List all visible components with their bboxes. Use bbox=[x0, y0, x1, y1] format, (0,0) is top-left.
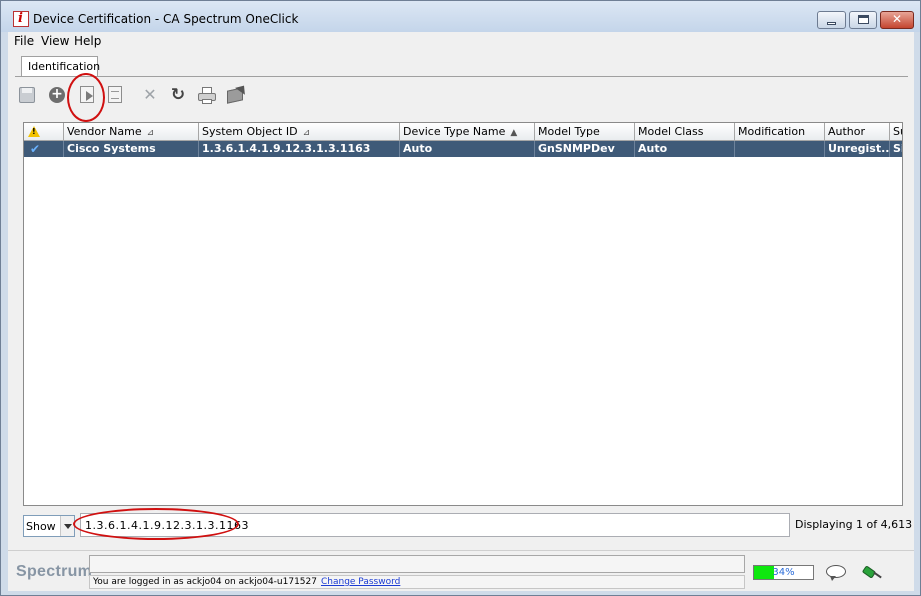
minimize-icon bbox=[827, 22, 836, 25]
modification-cell bbox=[735, 141, 825, 157]
column-label: Modification bbox=[738, 125, 806, 138]
column-label: Author bbox=[828, 125, 866, 138]
minimize-button[interactable] bbox=[817, 11, 846, 29]
column-label: Su bbox=[893, 125, 902, 138]
column-header-su[interactable]: Su bbox=[890, 123, 902, 141]
certification-table[interactable]: Vendor Name ⊿ System Object ID ⊿ Device Ty… bbox=[23, 122, 903, 506]
copy-document-icon bbox=[108, 86, 122, 103]
sort-ascending-icon: ▲ bbox=[510, 128, 518, 138]
column-label: Model Class bbox=[638, 125, 704, 138]
edit-arrow-icon bbox=[86, 91, 93, 101]
filter-input[interactable] bbox=[80, 513, 790, 537]
device-type-cell: Auto bbox=[400, 141, 535, 157]
tab-identification[interactable]: Identification bbox=[21, 56, 100, 77]
delete-icon: ✕ bbox=[143, 85, 157, 104]
progress-label: 34% bbox=[772, 567, 795, 578]
maximize-icon bbox=[858, 15, 869, 24]
menu-bar: File View Help bbox=[8, 32, 914, 52]
export-button[interactable] bbox=[224, 82, 249, 106]
column-header-device-type[interactable]: Device Type Name ▲ bbox=[400, 123, 535, 141]
add-button[interactable]: + bbox=[46, 84, 68, 106]
delete-button[interactable]: ✕ bbox=[139, 84, 161, 106]
column-header-modification[interactable]: Modification bbox=[735, 123, 825, 141]
document-lines bbox=[111, 91, 119, 99]
close-icon: ✕ bbox=[892, 12, 903, 26]
oid-cell: 1.3.6.1.4.1.9.12.3.1.3.1163 bbox=[199, 141, 400, 157]
status-bar: Spectrum You are logged in as ackjo04 on… bbox=[8, 550, 914, 591]
close-button[interactable]: ✕ bbox=[880, 11, 914, 29]
print-output bbox=[202, 99, 212, 104]
warning-icon bbox=[28, 126, 40, 137]
client-area: File View Help Identification + ✕ ↻ ! Ve… bbox=[8, 32, 914, 591]
memory-progress-bar: 34% bbox=[753, 565, 814, 580]
refresh-button[interactable]: ↻ bbox=[167, 84, 189, 106]
chat-icon[interactable] bbox=[826, 565, 846, 581]
status-message-box bbox=[89, 555, 745, 573]
edit-button[interactable] bbox=[75, 84, 97, 106]
window-title: Device Certification - CA Spectrum OneCl… bbox=[33, 12, 299, 26]
column-header-status[interactable] bbox=[24, 123, 64, 141]
vendor-cell: Cisco Systems bbox=[64, 141, 199, 157]
save-button[interactable] bbox=[16, 84, 38, 106]
app-icon bbox=[13, 11, 29, 27]
column-header-model-class[interactable]: Model Class bbox=[635, 123, 735, 141]
menu-view[interactable]: View bbox=[41, 34, 69, 48]
menu-file[interactable]: File bbox=[14, 34, 34, 48]
add-circle-icon: + bbox=[49, 87, 65, 103]
save-icon-label-area bbox=[22, 88, 32, 93]
plug-cord bbox=[873, 571, 882, 579]
status-cell: ✔ bbox=[24, 141, 64, 157]
su-cell: Si bbox=[893, 142, 902, 155]
table-header: Vendor Name ⊿ System Object ID ⊿ Device Ty… bbox=[24, 123, 902, 141]
app-window: Device Certification - CA Spectrum OneCl… bbox=[0, 0, 921, 596]
connection-plug-icon[interactable] bbox=[860, 563, 882, 581]
copy-button[interactable] bbox=[103, 84, 125, 106]
table-row[interactable]: ✔ Cisco Systems 1.3.6.1.4.1.9.12.3.1.3.1… bbox=[24, 141, 902, 157]
author-cell: Unregist... bbox=[825, 141, 890, 157]
title-bar[interactable]: Device Certification - CA Spectrum OneCl… bbox=[1, 1, 920, 32]
column-header-author[interactable]: Author bbox=[825, 123, 890, 141]
check-icon: ✔ bbox=[30, 142, 41, 156]
print-button[interactable] bbox=[196, 84, 218, 106]
chevron-down-icon[interactable] bbox=[60, 516, 74, 536]
change-password-link[interactable]: Change Password bbox=[321, 577, 400, 587]
sort-icon: ⊿ bbox=[302, 128, 311, 138]
column-label: Model Type bbox=[538, 125, 600, 138]
refresh-icon: ↻ bbox=[170, 85, 186, 105]
result-count: Displaying 1 of 4,613 bbox=[795, 518, 913, 531]
show-label: Show bbox=[26, 520, 56, 533]
login-text: You are logged in as ackjo04 on ackjo04-… bbox=[93, 577, 317, 587]
column-header-vendor[interactable]: Vendor Name ⊿ bbox=[64, 123, 199, 141]
column-header-oid[interactable]: System Object ID ⊿ bbox=[199, 123, 400, 141]
sort-icon: ⊿ bbox=[146, 128, 155, 138]
menu-help[interactable]: Help bbox=[74, 34, 101, 48]
spectrum-logo: Spectrum bbox=[16, 563, 93, 580]
column-label: Device Type Name bbox=[403, 125, 506, 138]
column-label: Vendor Name bbox=[67, 125, 142, 138]
login-status: You are logged in as ackjo04 on ackjo04-… bbox=[89, 575, 745, 589]
column-header-model-type[interactable]: Model Type bbox=[535, 123, 635, 141]
maximize-button[interactable] bbox=[849, 11, 877, 29]
model-type-cell: GnSNMPDev bbox=[535, 141, 635, 157]
show-filter-select[interactable]: Show bbox=[23, 515, 75, 537]
column-label: System Object ID bbox=[202, 125, 298, 138]
model-class-cell: Auto bbox=[635, 141, 735, 157]
